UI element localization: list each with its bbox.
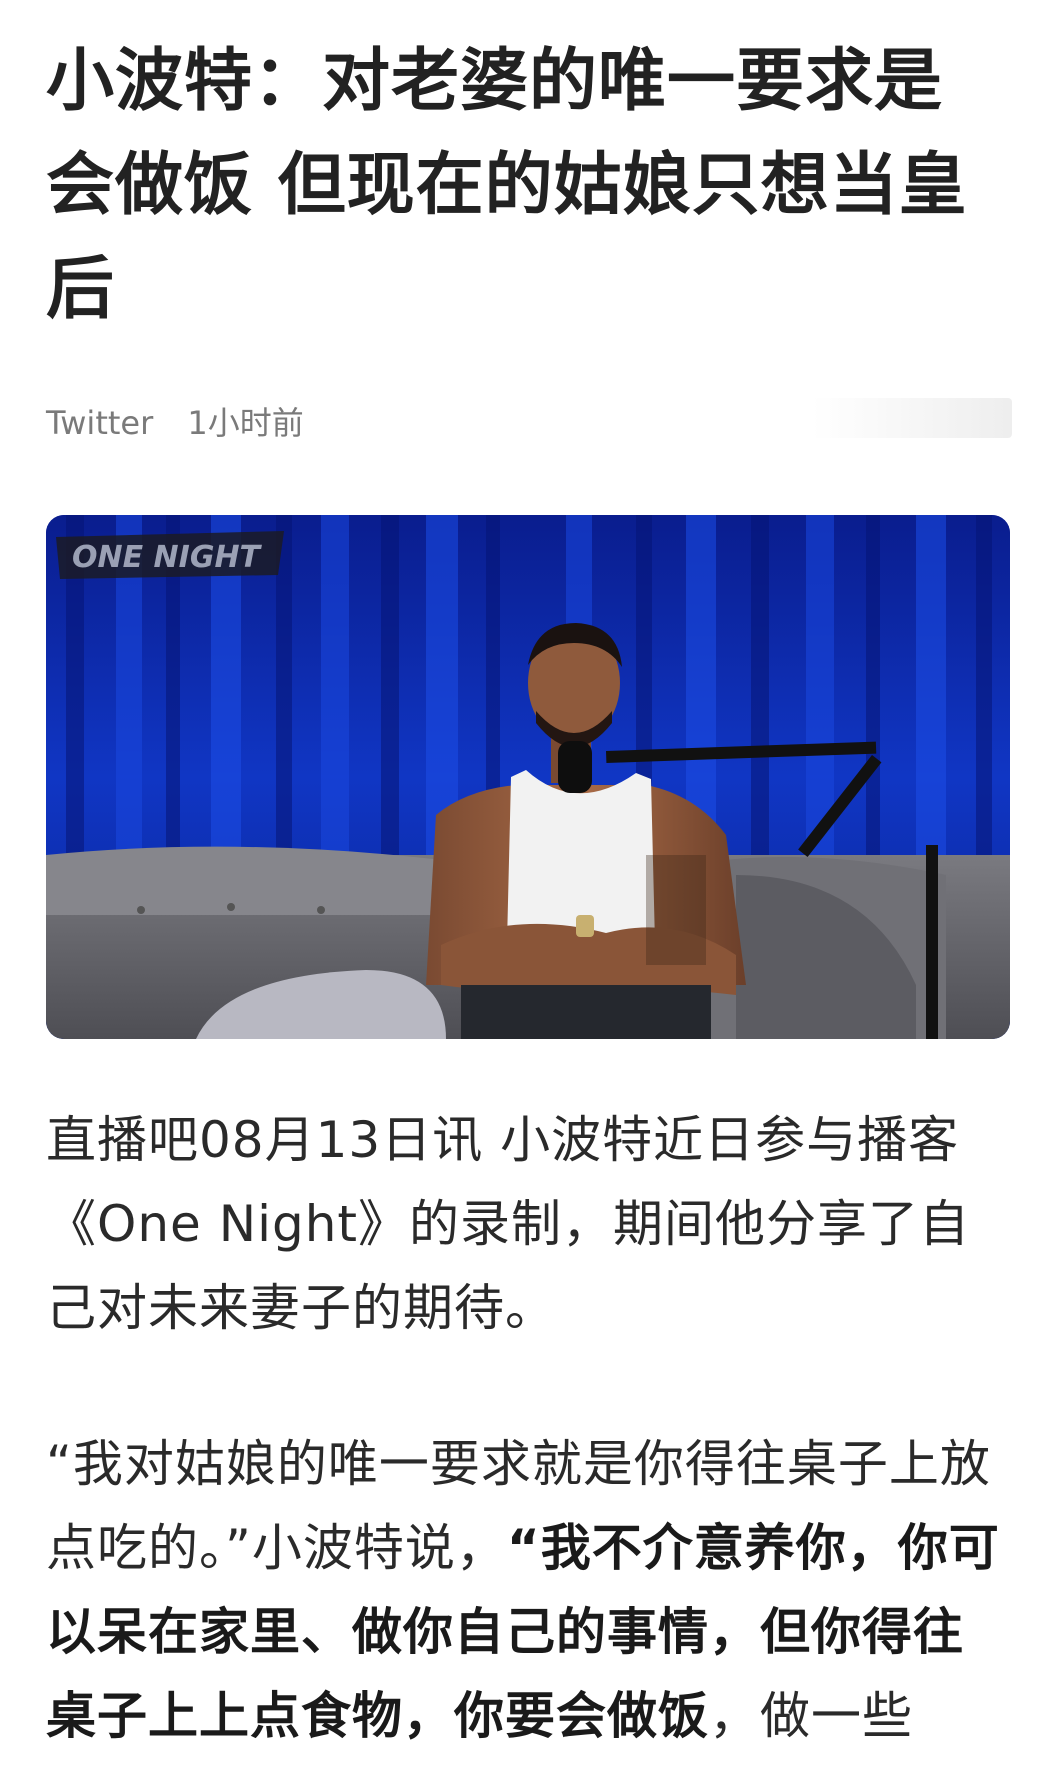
meta-action-area [812,398,1012,438]
article-title: 小波特：对老婆的唯一要求是会做饭 但现在的姑娘只想当皇后 [46,42,968,329]
svg-text:ONE NIGHT: ONE NIGHT [72,540,263,575]
article-time: 1小时前 [187,404,304,442]
article: 小波特：对老婆的唯一要求是会做饭 但现在的姑娘只想当皇后 Twitter 1小时… [0,0,1055,1770]
show-logo: ONE NIGHT [56,531,284,579]
article-paragraph-quote: “我对姑娘的唯一要求就是你得往桌子上放点吃的。”小波特说，“我不介意养你，你可以… [46,1422,1010,1758]
podcast-photo: ONE NIGHT [46,515,1010,1039]
article-paragraph-intro: 直播吧08月13日讯 小波特近日参与播客《One Night》的录制，期间他分享… [46,1111,971,1337]
article-meta: Twitter 1小时前 [46,403,304,443]
article-source[interactable]: Twitter [46,404,153,442]
article-hero-image[interactable]: ONE NIGHT [46,515,1010,1039]
quote-tail-text: ，做一些 [709,1687,913,1745]
